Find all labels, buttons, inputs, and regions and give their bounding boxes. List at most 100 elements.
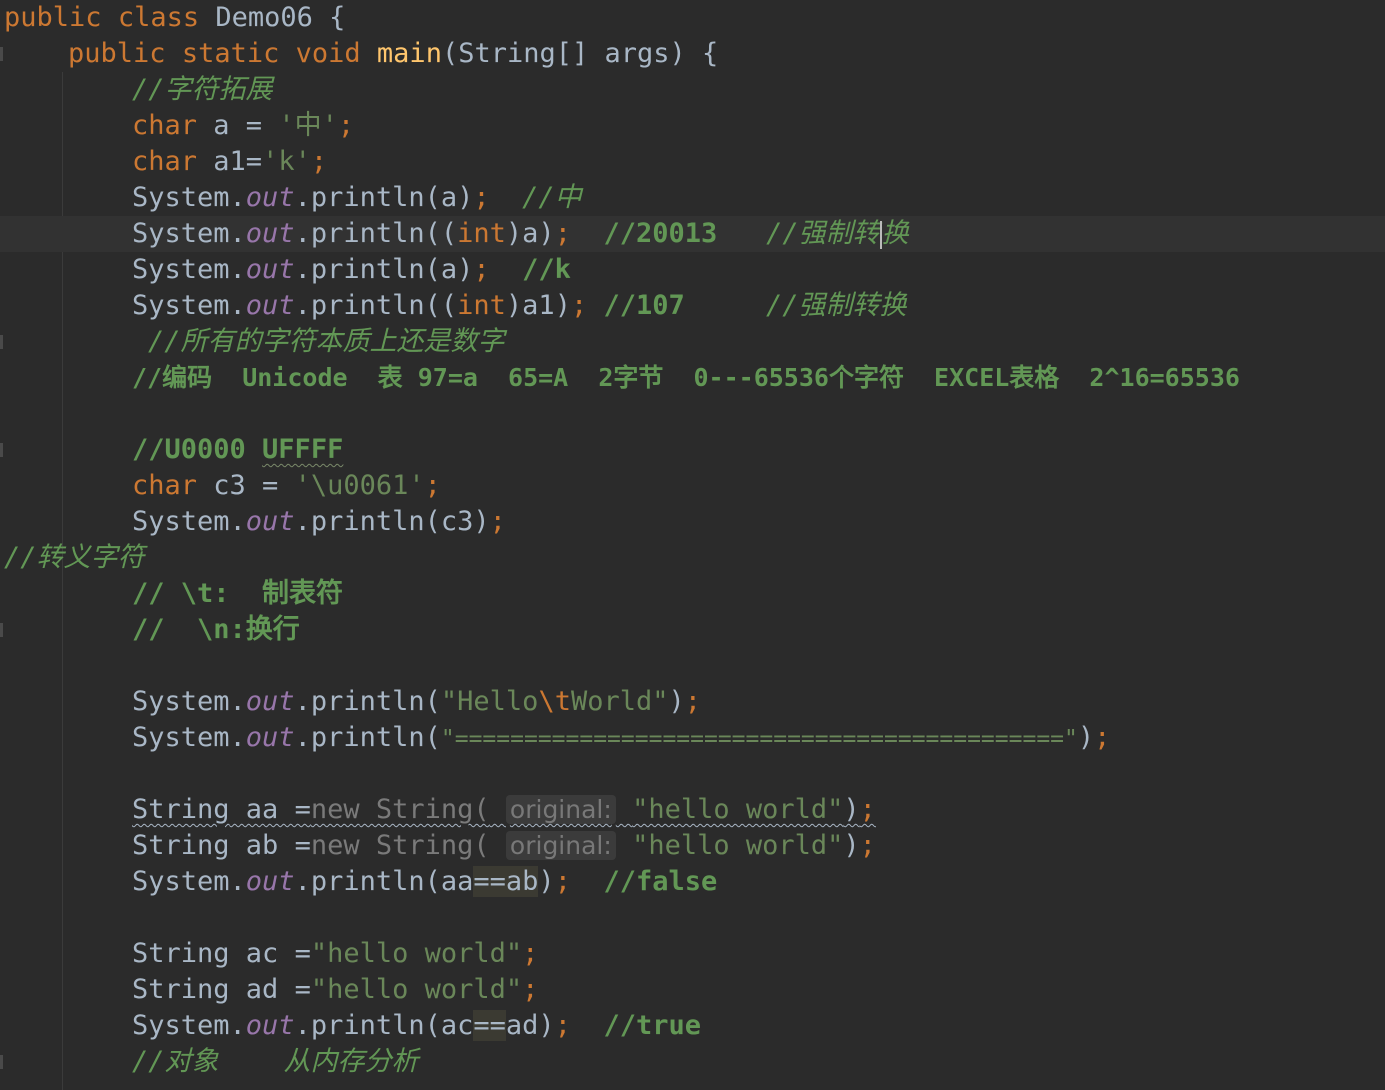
semicolon: ; xyxy=(554,218,571,249)
semicolon: ; xyxy=(473,182,490,213)
string-literal: 'k' xyxy=(262,146,311,177)
code-line-21[interactable]: System.out.println("====================… xyxy=(0,720,1385,756)
code-text: System. xyxy=(132,218,246,249)
code-text: .println( xyxy=(294,722,441,753)
code-text: ) xyxy=(538,1010,555,1041)
variable: ad = xyxy=(229,974,311,1005)
semicolon: ; xyxy=(570,290,588,321)
code-text: System. xyxy=(132,866,246,897)
code-line-24[interactable]: String ab =new String( original: "hello … xyxy=(0,828,1385,864)
code-text: System. xyxy=(132,182,246,213)
code-text: c3 = xyxy=(197,470,295,501)
fold-marker[interactable] xyxy=(0,335,3,349)
class-name: Demo06 xyxy=(215,2,313,33)
fold-marker[interactable] xyxy=(0,1055,3,1069)
field: out xyxy=(245,182,295,213)
code-text: )a1) xyxy=(505,290,571,321)
constructor: String( xyxy=(359,794,490,825)
code-line-29[interactable]: System.out.println(ac==ad); //true xyxy=(0,1008,1385,1044)
semicolon: ; xyxy=(473,254,490,285)
code-text: .println(c3) xyxy=(294,506,490,537)
fold-marker[interactable] xyxy=(0,623,3,637)
code-text: .println(( xyxy=(294,290,458,321)
type-name: String xyxy=(132,974,230,1005)
code-line-13[interactable]: //U0000 UFFFF xyxy=(0,432,1385,468)
comment: // \t: 制表符 xyxy=(132,578,344,609)
comment: //对象 从内存分析 xyxy=(132,1046,419,1077)
code-text: ) xyxy=(668,686,685,717)
operator-highlight: == xyxy=(473,866,506,897)
code-text: System. xyxy=(132,1010,246,1041)
comment: //强制转 xyxy=(766,218,880,249)
parameter-hint: original: xyxy=(505,795,616,824)
code-text: ) xyxy=(843,830,860,861)
escape-sequence: \t xyxy=(538,686,571,717)
code-line-5[interactable]: char a1='k'; xyxy=(0,144,1385,180)
code-line-25[interactable]: System.out.println(aa==ab); //false xyxy=(0,864,1385,900)
type-name: String xyxy=(132,830,230,861)
code-text: System. xyxy=(132,722,246,753)
keyword: int xyxy=(457,290,506,321)
comment: //字符拓展 xyxy=(132,74,273,105)
semicolon: ; xyxy=(684,686,702,717)
method-args: (String[] args) { xyxy=(441,38,719,69)
code-text: .println(ac xyxy=(294,1010,474,1041)
field: out xyxy=(245,722,295,753)
code-line-27[interactable]: String ac ="hello world"; xyxy=(0,936,1385,972)
type-name: String xyxy=(132,938,230,969)
code-line-16[interactable]: //转义字符 xyxy=(0,540,1385,576)
keyword: new xyxy=(310,794,360,825)
code-text: .println(a) xyxy=(294,182,474,213)
code-line-17[interactable]: // \t: 制表符 xyxy=(0,576,1385,612)
code-line-28[interactable]: String ad ="hello world"; xyxy=(0,972,1385,1008)
string-literal: '\u0061' xyxy=(294,470,425,501)
code-line-11[interactable]: //编码 Unicode 表 97=a 65=A 2字节 0---65536个字… xyxy=(0,360,1385,396)
code-line-15[interactable]: System.out.println(c3); xyxy=(0,504,1385,540)
semicolon: ; xyxy=(522,938,539,969)
code-line-2[interactable]: public static void main(String[] args) { xyxy=(0,36,1385,72)
code-editor[interactable]: public class Demo06 { public static void… xyxy=(0,0,1385,1090)
code-text: ) xyxy=(538,866,555,897)
type-name: String xyxy=(132,794,230,825)
comment: //中 xyxy=(522,182,582,213)
field: out xyxy=(245,254,295,285)
string-literal: "hello world" xyxy=(310,974,523,1005)
code-line-6[interactable]: System.out.println(a); //中 xyxy=(0,180,1385,216)
comment: //k xyxy=(522,254,571,285)
comment: //编码 Unicode 表 97=a 65=A 2字节 0---65536个字… xyxy=(132,363,1240,392)
code-line-14[interactable]: char c3 = '\u0061'; xyxy=(0,468,1385,504)
code-text: System. xyxy=(132,290,246,321)
keyword: public xyxy=(68,38,166,69)
code-line-4[interactable]: char a = '中'; xyxy=(0,108,1385,144)
code-line-30[interactable]: //对象 从内存分析 xyxy=(0,1044,1385,1080)
keyword: static xyxy=(181,38,280,69)
code-text: .println(a) xyxy=(294,254,474,285)
code-line-18[interactable]: // \n:换行 xyxy=(0,612,1385,648)
field: out xyxy=(245,218,295,249)
code-line-3[interactable]: //字符拓展 xyxy=(0,72,1385,108)
keyword: void xyxy=(295,38,361,69)
string-literal: "hello world" xyxy=(632,794,844,825)
code-line-10[interactable]: //所有的字符本质上还是数字 xyxy=(0,324,1385,360)
fold-marker[interactable] xyxy=(0,47,3,61)
comment: //强制转换 xyxy=(766,290,907,321)
code-text: .println( xyxy=(294,686,441,717)
code-text: .println(( xyxy=(294,218,458,249)
semicolon: ; xyxy=(554,866,571,897)
field: out xyxy=(245,1010,295,1041)
code-line-8[interactable]: System.out.println(a); //k xyxy=(0,252,1385,288)
semicolon: ; xyxy=(310,146,328,177)
semicolon: ; xyxy=(859,830,876,861)
field: out xyxy=(245,866,295,897)
field: out xyxy=(245,290,295,321)
code-line-20[interactable]: System.out.println("Hello\tWorld"); xyxy=(0,684,1385,720)
code-text: )a) xyxy=(505,218,555,249)
code-line-1[interactable]: public class Demo06 { xyxy=(0,0,1385,36)
code-line-7-current[interactable]: System.out.println((int)a); //20013 //强制… xyxy=(0,216,1385,252)
code-line-9[interactable]: System.out.println((int)a1); //107 //强制转… xyxy=(0,288,1385,324)
code-text: a = xyxy=(197,110,279,141)
fold-marker[interactable] xyxy=(0,443,3,457)
code-line-23[interactable]: String aa =new String( original: "hello … xyxy=(0,792,1385,828)
comment: //转义字符 xyxy=(4,542,145,573)
keyword: class xyxy=(117,2,200,33)
